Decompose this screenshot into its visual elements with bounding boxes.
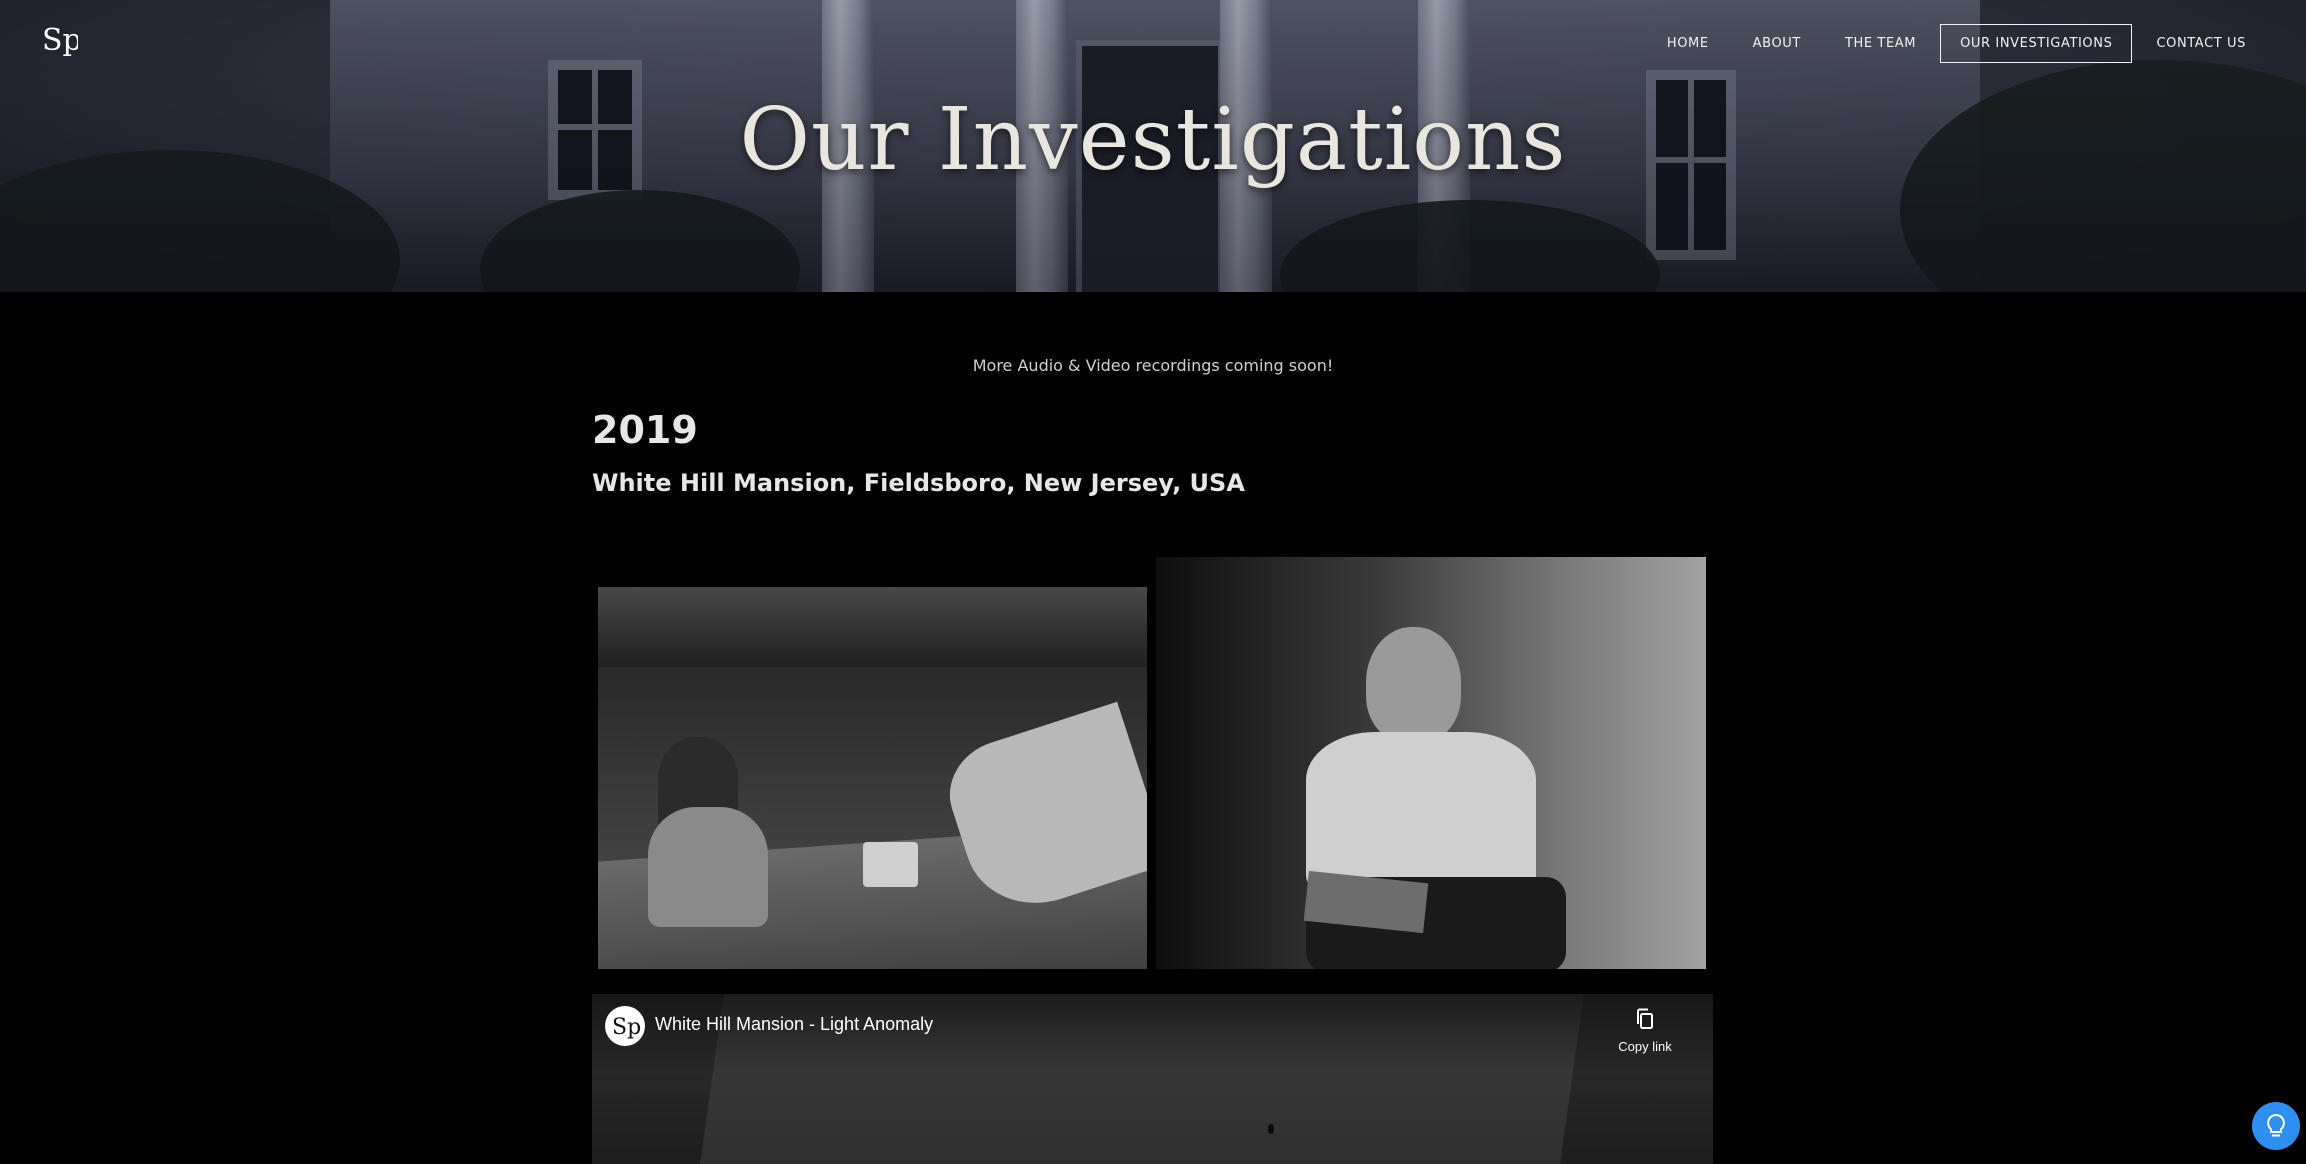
svg-text:Sp: Sp	[612, 1015, 641, 1040]
investigation-photo-headphones[interactable]	[1156, 557, 1706, 969]
copy-link-label: Copy link	[1618, 1039, 1672, 1054]
person-body	[648, 807, 768, 927]
investigation-photo-table[interactable]	[598, 587, 1147, 969]
lightbulb-icon	[2267, 1113, 2285, 1137]
light-anomaly	[1268, 1124, 1274, 1134]
nav-about[interactable]: ABOUT	[1733, 24, 1821, 63]
nav-our-investigations[interactable]: OUR INVESTIGATIONS	[1940, 23, 2133, 63]
investigation-location: White Hill Mansion, Fieldsboro, New Jers…	[592, 469, 1245, 497]
nav-contact-us[interactable]: CONTACT US	[2136, 24, 2266, 63]
investigation-year: 2019	[592, 408, 698, 452]
hero-banner: Sp HOME ABOUT THE TEAM OUR INVESTIGATION…	[0, 0, 2306, 292]
person-body	[1306, 732, 1536, 892]
ceiling	[598, 587, 1147, 667]
device	[863, 842, 918, 887]
copy-icon	[1637, 1008, 1653, 1029]
video-embed[interactable]: Sp White Hill Mansion - Light Anomaly Co…	[592, 994, 1713, 1164]
person-head	[1366, 627, 1461, 742]
channel-avatar[interactable]: Sp	[605, 1006, 645, 1046]
page-title: Our Investigations	[739, 90, 1567, 190]
recordings-notice: More Audio & Video recordings coming soo…	[972, 356, 1334, 375]
site-logo[interactable]: Sp	[40, 18, 78, 62]
help-button[interactable]	[2252, 1102, 2300, 1150]
nav-home[interactable]: HOME	[1647, 24, 1729, 63]
copy-link-button[interactable]: Copy link	[1610, 1008, 1680, 1054]
video-title[interactable]: White Hill Mansion - Light Anomaly	[655, 1014, 933, 1035]
channel-logo: Sp	[612, 1015, 641, 1040]
main-nav: HOME ABOUT THE TEAM OUR INVESTIGATIONS C…	[1647, 23, 2266, 63]
logo-text: Sp	[42, 23, 78, 58]
nav-the-team[interactable]: THE TEAM	[1825, 24, 1936, 63]
